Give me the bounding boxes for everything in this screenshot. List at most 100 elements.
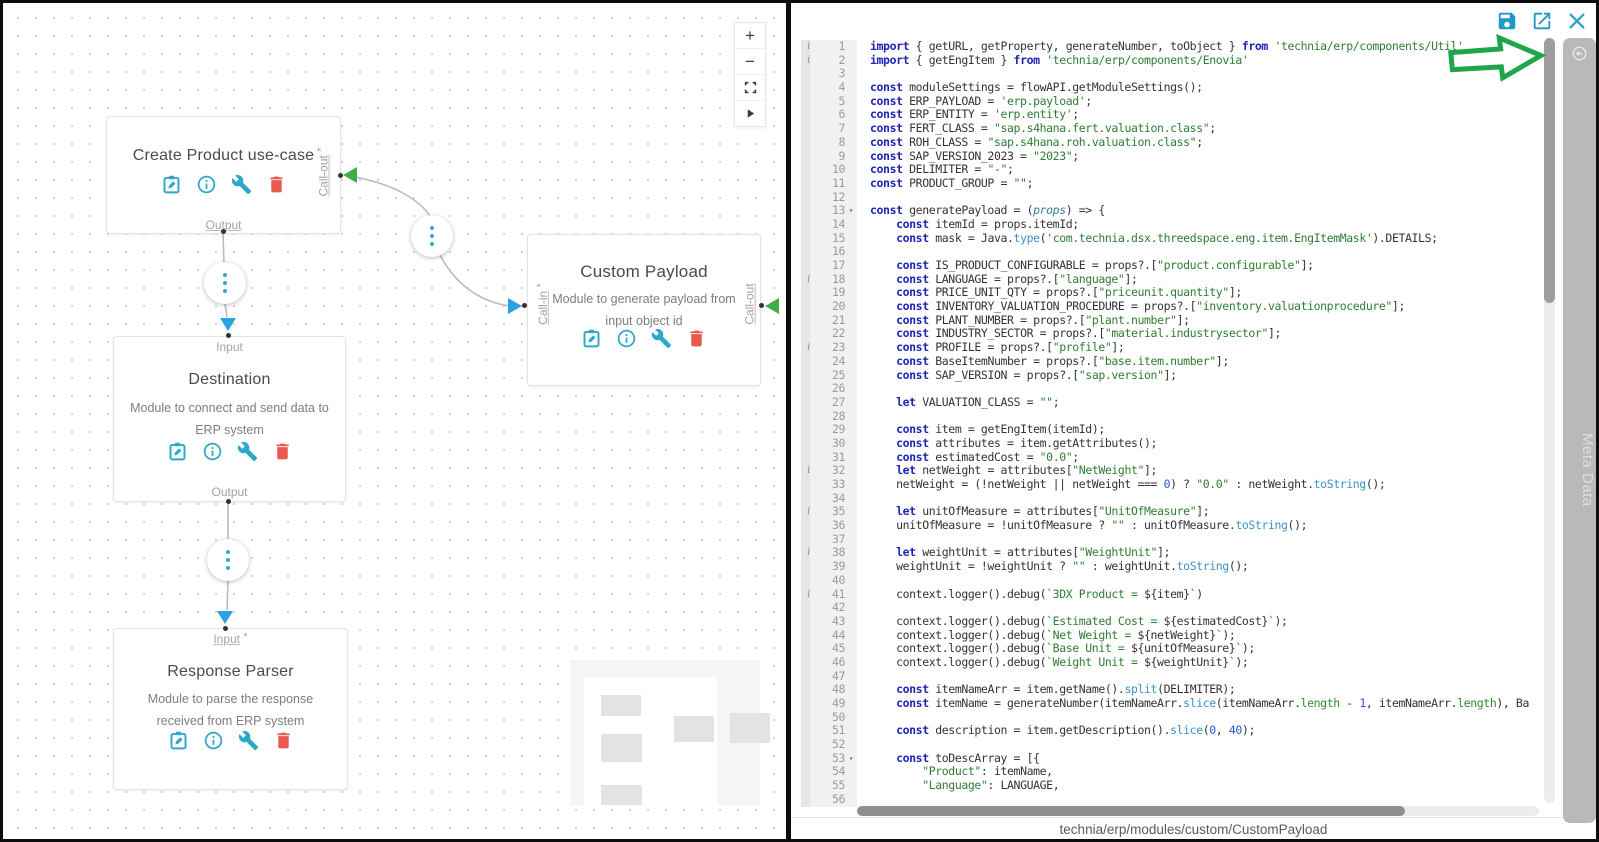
port-input[interactable]: Input [114,340,345,354]
info-icon[interactable] [203,730,224,751]
code-line[interactable]: 42 [801,601,1546,615]
fold-arrow-icon[interactable] [845,697,857,711]
node-destination[interactable]: Input Destination Module to connect and … [113,336,346,502]
fold-arrow-icon[interactable] [845,601,857,615]
fold-arrow-icon[interactable] [845,642,857,656]
code-text[interactable] [857,191,1546,205]
code-text[interactable]: let unitOfMeasure = attributes["UnitOfMe… [857,505,1546,519]
code-line[interactable]: 43 context.logger().debug(`Estimated Cos… [801,615,1546,629]
code-text[interactable] [857,492,1546,506]
node-custom-payload[interactable]: Custom Payload Module to generate payloa… [527,234,761,386]
port-dot[interactable] [226,333,231,338]
info-icon[interactable] [202,441,223,462]
code-line[interactable]: 22 const INDUSTRY_SECTOR = props?.["mate… [801,327,1546,341]
code-line[interactable]: 24 const BaseItemNumber = props?.["base.… [801,355,1546,369]
code-text[interactable]: context.logger().debug(`Weight Unit = ${… [857,656,1546,670]
info-icon[interactable] [616,328,637,349]
code-text[interactable]: "Language": LANGUAGE, [857,779,1546,793]
code-text[interactable]: const PROFILE = props?.["profile"]; [857,341,1546,355]
code-line[interactable]: 33 netWeight = (!netWeight || netWeight … [801,478,1546,492]
fold-arrow-icon[interactable] [845,546,857,560]
fold-arrow-icon[interactable] [845,560,857,574]
info-icon[interactable] [196,174,217,195]
fold-arrow-icon[interactable] [845,793,857,807]
code-line[interactable]: 31 const estimatedCost = "0.0"; [801,451,1546,465]
code-line[interactable]: i18 const LANGUAGE = props?.["language"]… [801,273,1546,287]
code-line[interactable]: 20 const INVENTORY_VALUATION_PROCEDURE =… [801,300,1546,314]
fold-arrow-icon[interactable] [845,533,857,547]
fold-arrow-icon[interactable] [845,779,857,793]
fold-arrow-icon[interactable] [845,423,857,437]
code-text[interactable]: netWeight = (!netWeight || netWeight ===… [857,478,1546,492]
fold-arrow-icon[interactable] [845,300,857,314]
fold-arrow-icon[interactable] [845,163,857,177]
close-icon[interactable] [1566,10,1588,32]
fold-arrow-icon[interactable] [845,341,857,355]
code-line[interactable]: i23 const PROFILE = props?.["profile"]; [801,341,1546,355]
meta-data-panel-tab[interactable]: Meta Data [1563,38,1596,823]
fold-arrow-icon[interactable] [845,492,857,506]
code-line[interactable]: 12 [801,191,1546,205]
expand-panel-arrow-icon[interactable] [1572,46,1587,61]
code-text[interactable]: const INVENTORY_VALUATION_PROCEDURE = pr… [857,300,1546,314]
code-text[interactable]: weightUnit = !weightUnit ? "" : weightUn… [857,560,1546,574]
code-text[interactable] [857,410,1546,424]
save-icon[interactable] [1496,10,1518,32]
code-text[interactable]: const mask = Java.type('com.technia.dsx.… [857,232,1546,246]
code-line[interactable]: 52 [801,738,1546,752]
code-text[interactable]: const ERP_PAYLOAD = 'erp.payload'; [857,95,1546,109]
code-line[interactable]: 6const ERP_ENTITY = 'erp.entity'; [801,108,1546,122]
fold-arrow-icon[interactable] [845,218,857,232]
code-text[interactable] [857,738,1546,752]
code-line[interactable]: 15 const mask = Java.type('com.technia.d… [801,232,1546,246]
edge-menu-handle[interactable] [207,539,249,581]
code-line[interactable]: 13▾const generatePayload = (props) => { [801,204,1546,218]
port-call-out[interactable]: Call-out [742,283,756,324]
code-line[interactable]: i41 context.logger().debug(`3DX Product … [801,588,1546,602]
code-text[interactable]: const itemName = generateNumber(itemName… [857,697,1546,711]
code-line[interactable]: 16 [801,245,1546,259]
code-line[interactable]: 9const SAP_VERSION_2023 = "2023"; [801,150,1546,164]
fold-arrow-icon[interactable] [845,177,857,191]
code-line[interactable]: 4const moduleSettings = flowAPI.getModul… [801,81,1546,95]
code-text[interactable]: const SAP_VERSION_2023 = "2023"; [857,150,1546,164]
code-text[interactable]: const ERP_ENTITY = 'erp.entity'; [857,108,1546,122]
code-text[interactable]: const itemNameArr = item.getName().split… [857,683,1546,697]
fold-arrow-icon[interactable] [845,81,857,95]
code-text[interactable]: context.logger().debug(`Net Weight = ${n… [857,629,1546,643]
interactive-toggle-button[interactable] [735,101,765,126]
code-line[interactable]: 47 [801,670,1546,684]
code-line[interactable]: 19 const PRICE_UNIT_QTY = props?.["price… [801,286,1546,300]
fold-arrow-icon[interactable] [845,314,857,328]
code-line[interactable]: 45 context.logger().debug(`Base Unit = $… [801,642,1546,656]
fold-arrow-icon[interactable] [845,683,857,697]
code-text[interactable]: import { getURL, getProperty, generateNu… [857,40,1546,54]
code-line[interactable]: 49 const itemName = generateNumber(itemN… [801,697,1546,711]
code-text[interactable] [857,670,1546,684]
fold-arrow-icon[interactable] [845,738,857,752]
fold-arrow-icon[interactable] [845,122,857,136]
fold-arrow-icon[interactable] [845,410,857,424]
code-text[interactable] [857,574,1546,588]
vertical-scrollbar-thumb[interactable] [1544,38,1555,303]
fold-arrow-icon[interactable] [845,519,857,533]
code-line[interactable]: i2import { getEngItem } from 'technia/er… [801,54,1546,68]
delete-trash-icon[interactable] [273,730,294,751]
settings-wrench-icon[interactable] [237,441,258,462]
fold-arrow-icon[interactable] [845,232,857,246]
code-text[interactable]: const PRICE_UNIT_QTY = props?.["priceuni… [857,286,1546,300]
port-input[interactable]: Input * [114,632,347,646]
code-line[interactable]: i32 let netWeight = attributes["NetWeigh… [801,464,1546,478]
code-text[interactable] [857,67,1546,81]
code-text[interactable]: const moduleSettings = flowAPI.getModule… [857,81,1546,95]
delete-trash-icon[interactable] [272,441,293,462]
vertical-scrollbar[interactable] [1544,38,1555,803]
code-line[interactable]: i1import { getURL, getProperty, generate… [801,40,1546,54]
fold-arrow-icon[interactable] [845,765,857,779]
code-text[interactable]: const DELIMITER = "-"; [857,163,1546,177]
fold-arrow-icon[interactable] [845,327,857,341]
edit-icon[interactable] [167,441,188,462]
fold-arrow-icon[interactable] [845,54,857,68]
zoom-in-button[interactable]: + [735,23,765,49]
code-lines[interactable]: i1import { getURL, getProperty, generate… [801,40,1546,807]
